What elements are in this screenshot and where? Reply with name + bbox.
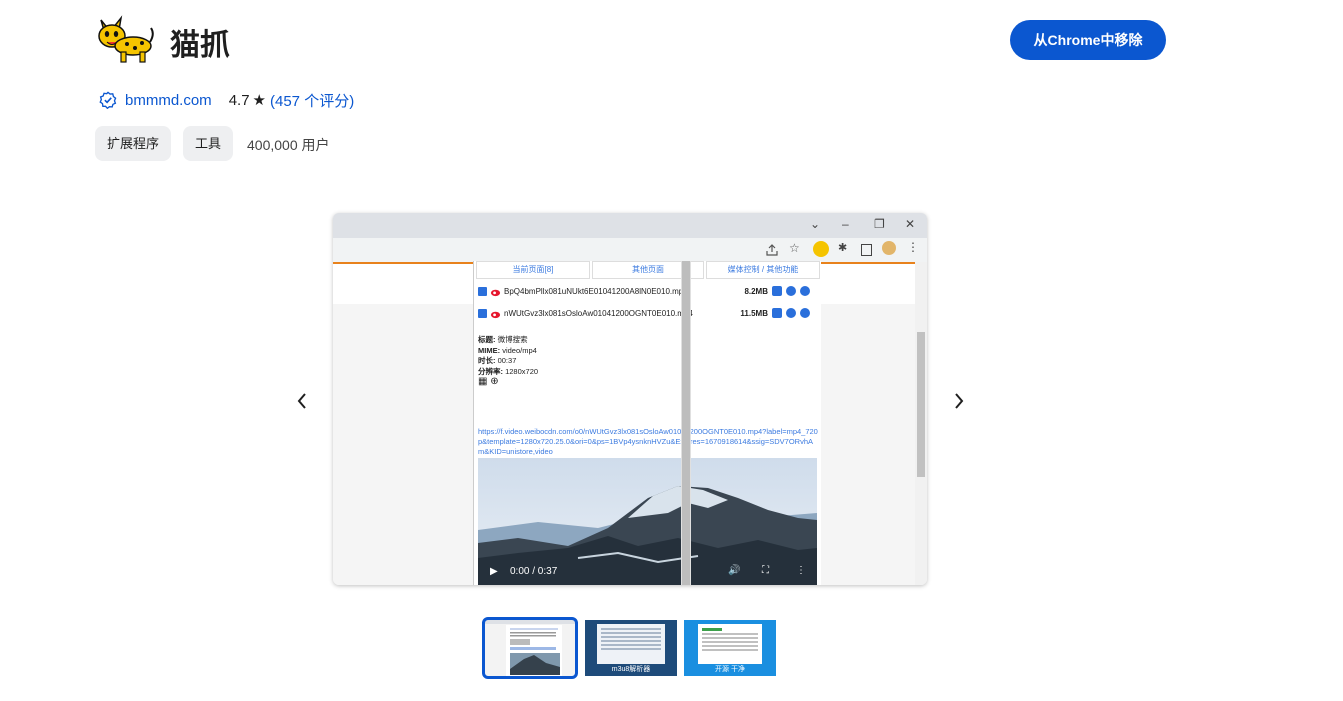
weibo-icon	[490, 311, 501, 319]
fullscreen-icon[interactable]: ⛶	[762, 565, 769, 576]
avatar	[882, 241, 896, 255]
thumbnail-caption: 开源 干净	[715, 666, 745, 673]
carousel-next-button[interactable]	[944, 386, 974, 416]
category-chip-extension[interactable]: 扩展程序	[95, 126, 172, 161]
extension-meta: bmmmd.com 4.7 ★ (457 个评分)	[99, 90, 354, 110]
weibo-icon	[490, 289, 501, 297]
rating-count-link[interactable]: (457 个评分)	[270, 90, 354, 111]
puzzle-icon: ✱	[838, 242, 848, 254]
extension-title: 猫抓	[170, 28, 230, 63]
video-controls: ▶ 0:00 / 0:37 🔊 ⛶ ⋮	[490, 565, 806, 577]
media-url[interactable]: https://f.video.weibocdn.com/o0/nWUtGvz3…	[478, 427, 818, 457]
thumbnail-2[interactable]: m3u8解析器	[585, 620, 677, 676]
thumbnail-1[interactable]	[482, 617, 578, 679]
thumbnail-caption: m3u8解析器	[611, 666, 651, 673]
checkbox-icon[interactable]	[478, 287, 487, 296]
chevron-right-icon	[955, 393, 964, 409]
bookmark-star-icon: ☆	[789, 241, 800, 255]
volume-icon[interactable]: 🔊	[728, 565, 740, 576]
sidepanel-icon	[861, 244, 872, 256]
tab-media-control[interactable]: 媒体控制 / 其他功能	[706, 261, 820, 279]
page-scrollbar[interactable]	[915, 262, 927, 585]
category-chip-tools[interactable]: 工具	[183, 126, 234, 161]
cat-catch-popup: 当前页面[8] 其他页面 媒体控制 / 其他功能 BpQ4bmPllx081uN…	[473, 261, 821, 585]
developer-site-link[interactable]: bmmmd.com	[125, 92, 212, 109]
browser-toolbar: ☆ ✱ ⋮	[333, 238, 927, 262]
cat-logo-icon	[98, 15, 154, 63]
screenshot-preview[interactable]: ⌄ – ❐ ✕ ☆ ✱ ⋮ ✹ 当前页面[8] 其他页面 媒体控制 / 其他功能…	[333, 213, 927, 585]
chevron-down-icon: ⌄	[810, 217, 821, 231]
star-icon: ★	[252, 92, 266, 109]
tab-current-page[interactable]: 当前页面[8]	[476, 261, 590, 279]
minimize-icon: –	[842, 217, 849, 231]
restore-icon: ❐	[874, 217, 885, 231]
list-item[interactable]: BpQ4bmPllx081uNUkt6E01041200A8lN0E010.mp…	[478, 283, 818, 301]
share-icon	[766, 244, 778, 256]
video-player[interactable]: ▶ 0:00 / 0:37 🔊 ⛶ ⋮	[478, 458, 817, 585]
copy-icon[interactable]	[772, 286, 782, 296]
play-icon[interactable]	[786, 308, 796, 318]
download-icon[interactable]	[800, 308, 810, 318]
play-icon[interactable]: ▶	[490, 566, 498, 577]
more-vert-icon: ⋮	[907, 240, 919, 254]
more-vert-icon[interactable]: ⋮	[796, 565, 806, 576]
play-icon[interactable]	[786, 286, 796, 296]
thumbnail-3[interactable]: 开源 干净	[684, 620, 776, 676]
cat-extension-icon	[813, 241, 829, 257]
media-info: 标题: 微博搜索 MIME: video/mp4 时长: 00:37 分辨率: …	[478, 335, 539, 387]
user-count: 400,000 用户	[247, 137, 330, 153]
download-circle-icon[interactable]: ⊕	[490, 376, 498, 387]
qrcode-icon[interactable]: ▦	[478, 376, 487, 387]
close-icon: ✕	[905, 217, 916, 231]
list-item[interactable]: nWUtGvz3lx081sOsloAw01041200OGNT0E010.mp…	[478, 305, 818, 323]
browser-titlebar: ⌄ – ❐ ✕	[333, 213, 927, 238]
download-icon[interactable]	[800, 286, 810, 296]
copy-icon[interactable]	[772, 308, 782, 318]
remove-from-chrome-button[interactable]: 从Chrome中移除	[1010, 20, 1166, 60]
chevron-left-icon	[297, 393, 306, 409]
verified-badge-icon	[99, 91, 117, 109]
checkbox-icon[interactable]	[478, 309, 487, 318]
carousel-prev-button[interactable]	[287, 386, 317, 416]
popup-scrollbar[interactable]	[681, 261, 691, 585]
rating-value: 4.7	[228, 91, 250, 109]
